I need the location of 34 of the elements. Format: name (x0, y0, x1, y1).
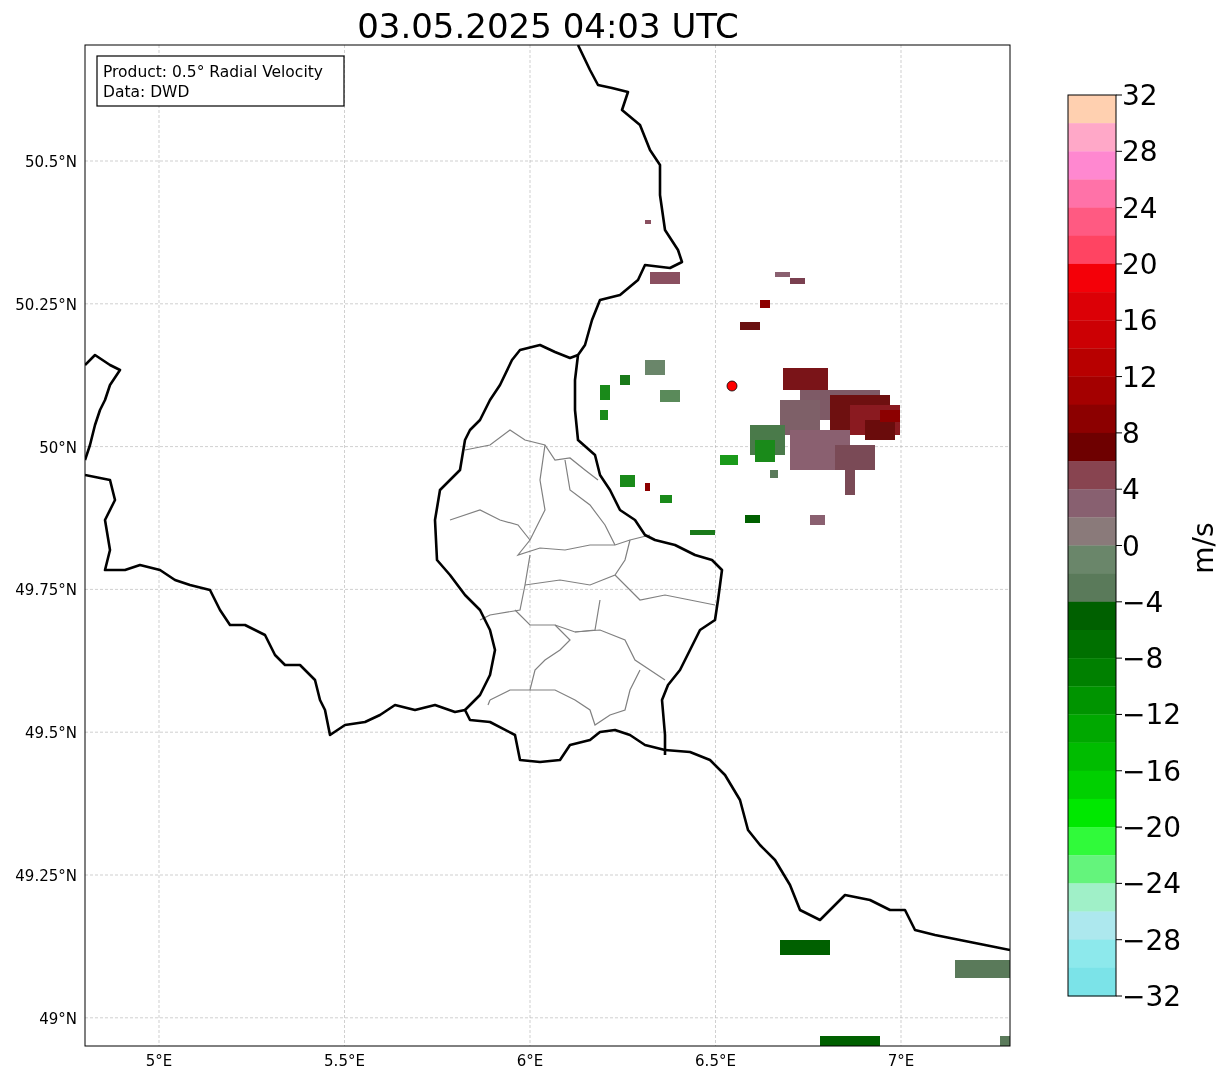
axis-tick-label: 50.25°N (15, 295, 77, 314)
colorbar-label: m/s (1187, 522, 1220, 574)
colorbar-tick-label: −8 (1122, 642, 1164, 676)
colorbar-tick-label: 16 (1122, 304, 1158, 338)
colorbar-tick-label: 28 (1122, 135, 1158, 169)
legend-text: Product: 0.5° Radial Velocity (103, 63, 323, 81)
axis-tick-label: 6°E (516, 1052, 544, 1070)
colorbar-tick-label: −4 (1122, 585, 1164, 619)
colorbar-tick-label: 4 (1122, 473, 1140, 507)
axis-tick-label: 49.25°N (15, 867, 77, 885)
axis-tick-label: 5°E (145, 1052, 173, 1070)
axis-tick-label: 49.75°N (15, 581, 77, 600)
colorbar-tick-label: −12 (1122, 698, 1182, 732)
axis-tick-label: 7°E (887, 1052, 915, 1070)
legend-text: Data: DWD (103, 83, 190, 101)
colorbar-tick-label: −32 (1122, 980, 1182, 1013)
colorbar-tick-label: 8 (1122, 416, 1140, 450)
colorbar-tick-label: −20 (1122, 811, 1182, 845)
colorbar-tick-label: 20 (1122, 247, 1158, 281)
colorbar-tick-label: 0 (1122, 529, 1140, 563)
colorbar-tick-label: −16 (1122, 754, 1182, 788)
axis-tick-label: 50°N (39, 438, 77, 457)
axis-tick-label: 49°N (39, 1009, 77, 1028)
axis-tick-label: 49.5°N (24, 724, 77, 743)
radar-site-marker (726, 380, 738, 392)
colorbar-tick-label: 24 (1122, 191, 1158, 225)
colorbar-tick-label: −28 (1122, 923, 1182, 957)
colorbar-tick-label: −24 (1122, 867, 1182, 901)
axis-tick-label: 50.5°N (24, 153, 77, 171)
axis-tick-label: 6.5°E (695, 1052, 736, 1070)
colorbar-tick-label: 12 (1122, 360, 1158, 394)
chart-title: 03.05.2025 04:03 UTC (357, 6, 739, 46)
axis-tick-label: 5.5°E (324, 1052, 365, 1070)
colorbar-tick-label: 32 (1122, 79, 1158, 112)
